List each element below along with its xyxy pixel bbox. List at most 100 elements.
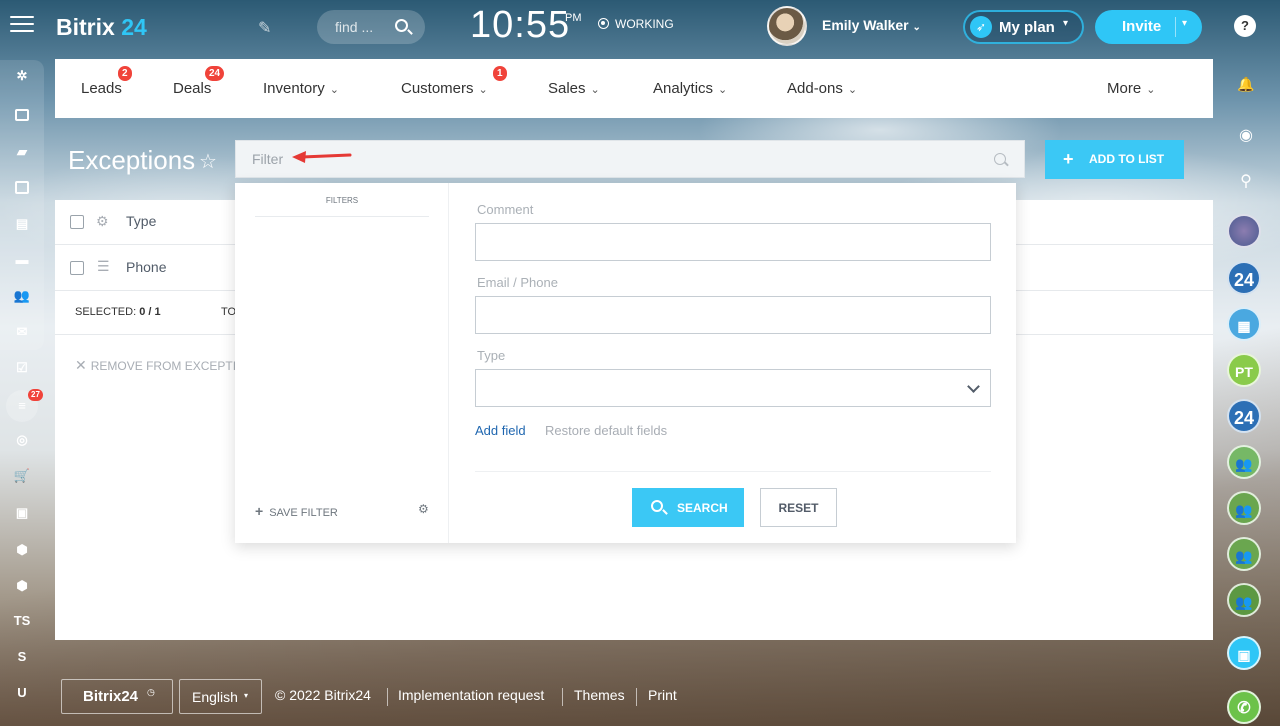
sidebar-target-icon[interactable]: ◎: [12, 430, 32, 450]
sidebar-checklist-icon[interactable]: ☑: [12, 358, 32, 378]
chevron-down-icon: ⌄: [478, 84, 488, 96]
contact-avatar-24[interactable]: 24: [1227, 261, 1261, 295]
invite-button[interactable]: Invite ▾: [1095, 10, 1202, 44]
nav-analytics[interactable]: Analytics ⌄: [653, 80, 727, 97]
clock-icon: ◷: [147, 687, 155, 697]
sidebar-contacts-icon[interactable]: 👥: [12, 286, 32, 306]
sidebar-documents-icon[interactable]: ▤: [12, 214, 32, 234]
search-icon[interactable]: ⚲: [1234, 170, 1258, 194]
nav-deals-label: Deals: [173, 80, 212, 97]
sidebar-box-icon[interactable]: ⬢: [12, 540, 32, 560]
sidebar-item-s[interactable]: S: [12, 647, 32, 667]
language-label: English: [192, 689, 238, 705]
sidebar-drive-icon[interactable]: ▬: [12, 250, 32, 270]
popup-divider: [475, 471, 991, 472]
sidebar-item-ts[interactable]: TS: [12, 611, 32, 631]
email-phone-field-label: Email / Phone: [477, 275, 558, 290]
footer-logo-button[interactable]: Bitrix24 ◷: [61, 679, 173, 714]
chevron-down-icon: ⌄: [329, 84, 339, 96]
selected-value: 0 / 1: [139, 306, 161, 318]
search-button-label: SEARCH: [677, 501, 728, 515]
sidebar-cart-icon[interactable]: 🛒: [12, 466, 32, 486]
reset-button-label: RESET: [778, 501, 819, 515]
help-icon[interactable]: ?: [1234, 15, 1256, 37]
footer-implementation-request-link[interactable]: Implementation request: [398, 687, 544, 703]
search-icon[interactable]: [994, 153, 1006, 165]
nav-more-label: More: [1107, 80, 1142, 97]
filter-popup: FILTERS + SAVE FILTER ⚙ Comment Email / P…: [235, 183, 1016, 543]
messenger-icon[interactable]: ◉: [1234, 124, 1258, 148]
sidebar-feed-icon[interactable]: ✲: [12, 66, 32, 86]
edit-pencil-icon[interactable]: ✎: [258, 18, 271, 38]
phone-call-icon[interactable]: ✆: [1227, 690, 1261, 724]
nav-sales-label: Sales: [548, 80, 586, 97]
filter-settings-gear-icon[interactable]: ⚙: [418, 502, 429, 516]
bitrix-logo[interactable]: Bitrix 24: [56, 14, 147, 41]
sidebar-tasks-icon[interactable]: [12, 104, 32, 124]
contact-avatar-photo[interactable]: [1227, 214, 1261, 248]
reset-button[interactable]: RESET: [760, 488, 837, 527]
nav-more[interactable]: More ⌄: [1107, 80, 1155, 97]
contact-avatar-24-2[interactable]: 24: [1227, 399, 1261, 433]
global-search[interactable]: find ...: [317, 10, 425, 44]
sidebar-chat-icon[interactable]: ▰: [12, 142, 32, 162]
sidebar-mail-icon[interactable]: ✉: [12, 322, 32, 342]
footer-themes-link[interactable]: Themes: [574, 687, 625, 703]
search-button[interactable]: SEARCH: [632, 488, 744, 527]
row-menu-icon[interactable]: ☰: [97, 258, 110, 275]
nav-addons-label: Add-ons: [787, 80, 843, 97]
group-avatar-icon[interactable]: 👥: [1227, 537, 1261, 571]
my-plan-button[interactable]: ➶ My plan ▾: [963, 10, 1084, 44]
filters-divider: [255, 216, 429, 217]
nav-deals-badge: 24: [205, 66, 225, 81]
invite-label: Invite: [1122, 18, 1162, 35]
hamburger-menu-icon[interactable]: [10, 16, 34, 36]
work-status[interactable]: WORKING: [598, 17, 674, 31]
nav-leads-label: Leads: [81, 80, 122, 97]
comment-field[interactable]: [475, 223, 991, 261]
nav-inventory-label: Inventory: [263, 80, 325, 97]
chevron-down-icon[interactable]: ▾: [1182, 18, 1187, 29]
save-filter-button[interactable]: + SAVE FILTER: [255, 503, 338, 519]
select-all-checkbox[interactable]: [70, 215, 84, 229]
column-header-type[interactable]: Type: [126, 213, 156, 229]
notifications-bell-icon[interactable]: 🔔: [1234, 72, 1258, 96]
contact-avatar-pt[interactable]: PT: [1227, 353, 1261, 387]
column-settings-gear-icon[interactable]: ⚙: [96, 213, 109, 230]
sidebar-box2-icon[interactable]: ⬢: [12, 576, 32, 596]
sidebar-item-u[interactable]: U: [12, 683, 32, 703]
open-channel-icon[interactable]: ▣: [1227, 636, 1261, 670]
type-select[interactable]: [475, 369, 991, 407]
row-checkbox[interactable]: [70, 261, 84, 275]
nav-addons[interactable]: Add-ons ⌄: [787, 80, 857, 97]
calendar-avatar-icon[interactable]: ▦: [1227, 307, 1261, 341]
language-selector[interactable]: English ▾: [179, 679, 262, 714]
group-avatar-icon[interactable]: 👥: [1227, 491, 1261, 525]
add-field-link[interactable]: Add field: [475, 423, 526, 438]
footer-print-link[interactable]: Print: [648, 687, 677, 703]
row-cell-phone: Phone: [126, 259, 167, 275]
restore-default-fields-link[interactable]: Restore default fields: [545, 423, 667, 438]
favorite-star-icon[interactable]: ☆: [199, 149, 217, 174]
remove-from-exceptions-button[interactable]: ✕ REMOVE FROM EXCEPTIO: [75, 357, 245, 374]
group-avatar-icon[interactable]: 👥: [1227, 583, 1261, 617]
sidebar-calendar-icon[interactable]: [12, 177, 32, 197]
user-avatar[interactable]: [767, 6, 807, 46]
invite-divider: [1175, 17, 1176, 37]
footer-divider: [387, 688, 388, 706]
nav-sales[interactable]: Sales ⌄: [548, 80, 600, 97]
nav-inventory[interactable]: Inventory ⌄: [263, 80, 339, 97]
add-to-list-button[interactable]: + ADD TO LIST: [1045, 140, 1184, 179]
email-phone-field[interactable]: [475, 296, 991, 334]
group-avatar-icon[interactable]: 👥: [1227, 445, 1261, 479]
logo-text: Bitrix: [56, 14, 115, 40]
nav-customers[interactable]: Customers ⌄: [401, 80, 488, 97]
filter-search-input[interactable]: Filter: [235, 140, 1025, 178]
selected-count: SELECTED: 0 / 1: [75, 306, 161, 318]
record-icon: [598, 18, 609, 29]
user-menu[interactable]: Emily Walker ⌄: [822, 17, 921, 33]
nav-analytics-label: Analytics: [653, 80, 714, 97]
nav-leads[interactable]: Leads: [81, 80, 122, 97]
nav-deals[interactable]: Deals: [173, 80, 211, 97]
sidebar-id-card-icon[interactable]: ▣: [12, 503, 32, 523]
